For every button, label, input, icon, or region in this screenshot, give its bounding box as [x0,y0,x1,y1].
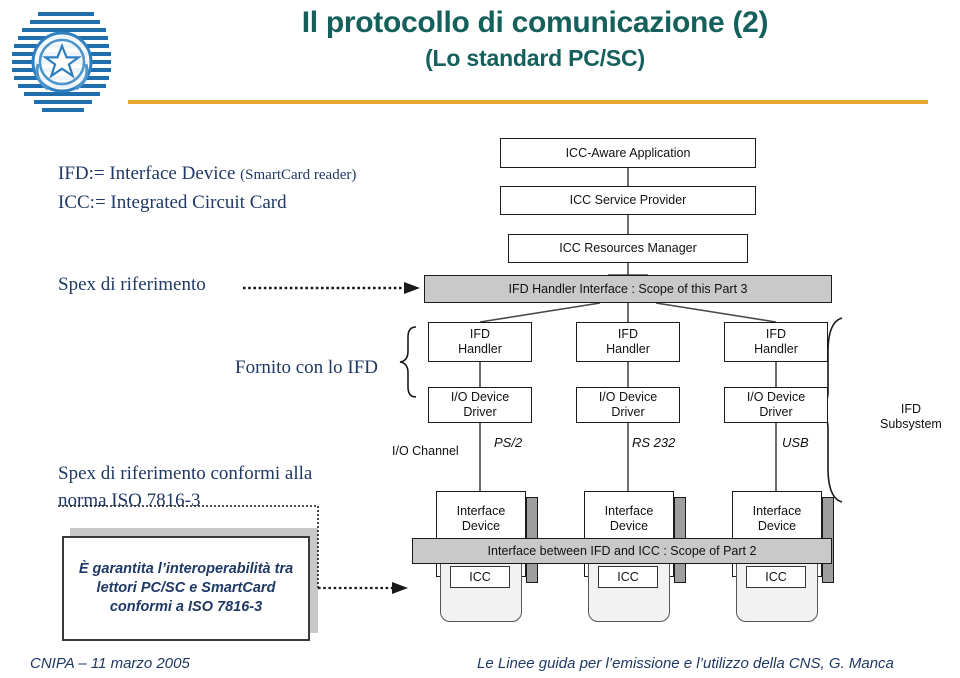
bar-scope-part-3: IFD Handler Interface : Scope of this Pa… [424,275,832,303]
box-icc-aware-application: ICC-Aware Application [500,138,756,168]
box-label: ICC [765,570,787,584]
footer-right-text: Le Linee guida per l’emissione e l’utili… [477,655,894,672]
bar-label: IFD Handler Interface : Scope of this Pa… [508,282,748,296]
box-label: ICC Service Provider [569,193,687,207]
box-io-device-driver-3: I/O Device Driver [724,387,828,423]
box-label: ICC-Aware Application [565,145,691,160]
box-io-device-driver-2: I/O Device Driver [576,387,680,423]
box-label: I/O Device Driver [746,390,806,419]
box-icc-1: ICC [450,566,510,588]
box-label: I/O Device Driver [598,390,658,419]
pcsc-architecture-diagram: ICC-Aware Application ICC Service Provid… [0,0,960,678]
label-ifd-subsystem: IFD Subsystem [880,402,942,431]
box-label: Interface Device [752,504,802,533]
box-label: IFD Handler [458,327,502,356]
box-icc-resources-manager: ICC Resources Manager [508,234,748,263]
box-label: IFD Handler [754,327,798,356]
bar-scope-part-2: Interface between IFD and ICC : Scope of… [412,538,832,564]
box-ifd-handler-1: IFD Handler [428,322,532,362]
bar-label: Interface between IFD and ICC : Scope of… [487,544,757,558]
box-label: ICC Resources Manager [559,241,697,255]
box-icc-3: ICC [746,566,806,588]
box-label: Interface Device [456,504,506,533]
bus-label-usb: USB [782,435,809,450]
box-icc-service-provider: ICC Service Provider [500,186,756,215]
label-io-channel: I/O Channel [392,444,459,458]
box-ifd-handler-3: IFD Handler [724,322,828,362]
box-label: ICC [469,570,491,584]
box-label: ICC [617,570,639,584]
box-label: I/O Device Driver [450,390,510,419]
box-label: IFD Handler [606,327,650,356]
box-ifd-handler-2: IFD Handler [576,322,680,362]
box-label: Interface Device [604,504,654,533]
bus-label-rs232: RS 232 [632,435,676,450]
box-icc-2: ICC [598,566,658,588]
box-io-device-driver-1: I/O Device Driver [428,387,532,423]
bus-label-ps2: PS/2 [494,435,523,450]
footer-left-text: CNIPA – 11 marzo 2005 [30,655,190,672]
